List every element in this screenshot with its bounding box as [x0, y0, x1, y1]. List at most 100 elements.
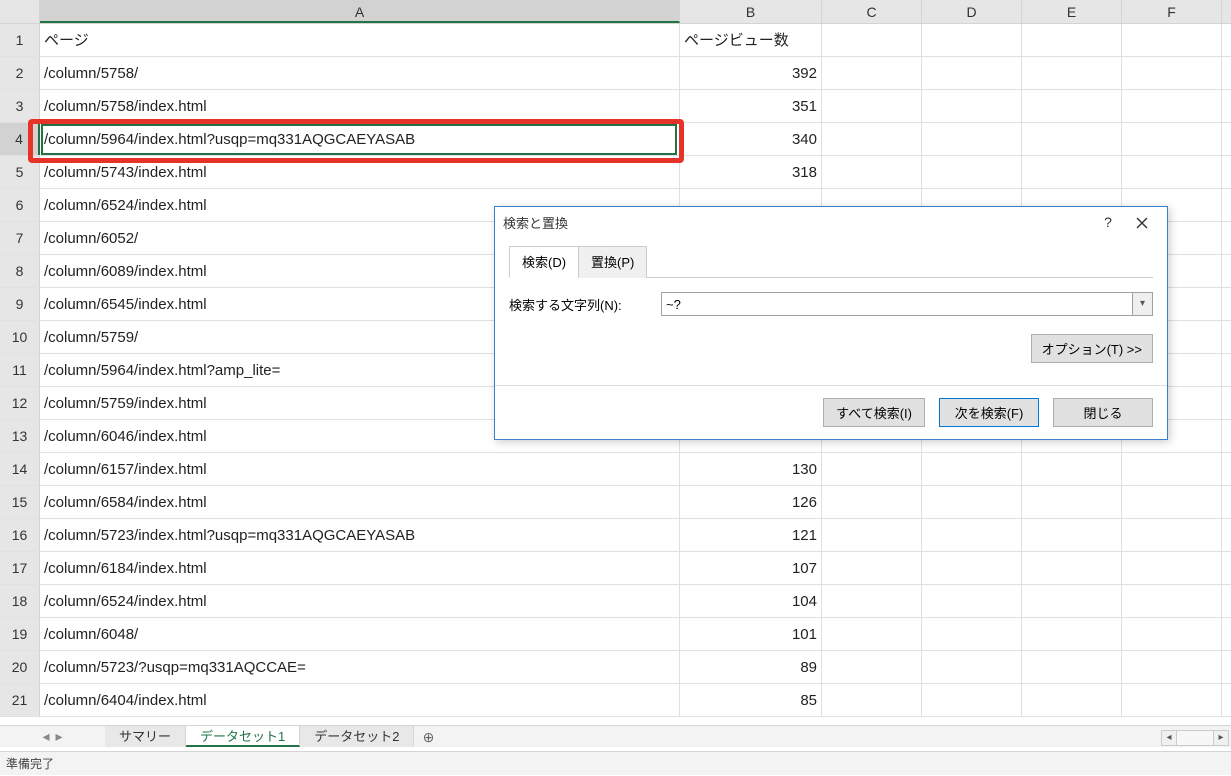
- cell[interactable]: [1122, 24, 1222, 56]
- cell[interactable]: [922, 618, 1022, 650]
- cell[interactable]: [1022, 585, 1122, 617]
- cell[interactable]: [1122, 519, 1222, 551]
- cell[interactable]: [822, 123, 922, 155]
- dialog-titlebar[interactable]: 検索と置換 ?: [495, 207, 1167, 237]
- col-header-B[interactable]: B: [680, 0, 822, 23]
- cell[interactable]: 340: [680, 123, 822, 155]
- cell[interactable]: [822, 684, 922, 716]
- cell[interactable]: [822, 618, 922, 650]
- cell[interactable]: /column/5743/index.html: [40, 156, 680, 188]
- cell[interactable]: [822, 156, 922, 188]
- cell[interactable]: ページビュー数: [680, 24, 822, 56]
- cell[interactable]: [1022, 618, 1122, 650]
- search-history-dropdown[interactable]: ▾: [1133, 292, 1153, 316]
- cell[interactable]: [922, 156, 1022, 188]
- row-header[interactable]: 6: [0, 189, 40, 221]
- cell[interactable]: ページ: [40, 24, 680, 56]
- cell[interactable]: [822, 651, 922, 683]
- cell[interactable]: [922, 24, 1022, 56]
- scroll-track[interactable]: [1177, 730, 1213, 746]
- cell[interactable]: [922, 90, 1022, 122]
- cell[interactable]: [1022, 684, 1122, 716]
- cell[interactable]: 101: [680, 618, 822, 650]
- search-input[interactable]: [661, 292, 1133, 316]
- col-header-D[interactable]: D: [922, 0, 1022, 23]
- cell[interactable]: /column/6048/: [40, 618, 680, 650]
- cell[interactable]: 392: [680, 57, 822, 89]
- dialog-close-button[interactable]: [1125, 208, 1159, 236]
- cell[interactable]: [1122, 90, 1222, 122]
- row-header[interactable]: 13: [0, 420, 40, 452]
- cell[interactable]: [822, 453, 922, 485]
- cell[interactable]: [1022, 90, 1122, 122]
- find-all-button[interactable]: すべて検索(I): [823, 398, 925, 427]
- cell[interactable]: [922, 519, 1022, 551]
- row-header[interactable]: 20: [0, 651, 40, 683]
- add-sheet-button[interactable]: ⊕: [414, 726, 442, 747]
- row-header[interactable]: 3: [0, 90, 40, 122]
- cell[interactable]: [1022, 519, 1122, 551]
- cell[interactable]: [1122, 618, 1222, 650]
- row-header[interactable]: 1: [0, 24, 40, 56]
- cell[interactable]: [1122, 684, 1222, 716]
- cell[interactable]: [1122, 156, 1222, 188]
- row-header[interactable]: 8: [0, 255, 40, 287]
- cell[interactable]: [1122, 585, 1222, 617]
- cell[interactable]: 107: [680, 552, 822, 584]
- cell[interactable]: [922, 651, 1022, 683]
- cell[interactable]: 351: [680, 90, 822, 122]
- cell[interactable]: /column/6524/index.html: [40, 585, 680, 617]
- col-header-F[interactable]: F: [1122, 0, 1222, 23]
- cell[interactable]: 126: [680, 486, 822, 518]
- row-header[interactable]: 9: [0, 288, 40, 320]
- sheet-nav-arrows[interactable]: ◂ ▸: [0, 726, 105, 747]
- cell[interactable]: [1022, 57, 1122, 89]
- cell[interactable]: /column/5723/?usqp=mq331AQCCAE=: [40, 651, 680, 683]
- cell[interactable]: [822, 585, 922, 617]
- row-header[interactable]: 10: [0, 321, 40, 353]
- options-button[interactable]: オプション(T) >>: [1031, 334, 1153, 363]
- cell[interactable]: [1022, 156, 1122, 188]
- cell[interactable]: 104: [680, 585, 822, 617]
- cell[interactable]: [1122, 552, 1222, 584]
- cell[interactable]: [1022, 552, 1122, 584]
- cell[interactable]: 130: [680, 453, 822, 485]
- scroll-left-icon[interactable]: ◂: [1161, 730, 1177, 746]
- cell[interactable]: [922, 486, 1022, 518]
- dialog-help-button[interactable]: ?: [1091, 208, 1125, 236]
- cell[interactable]: [1022, 24, 1122, 56]
- cell[interactable]: [1022, 453, 1122, 485]
- col-header-E[interactable]: E: [1022, 0, 1122, 23]
- cell[interactable]: /column/5964/index.html?usqp=mq331AQGCAE…: [40, 123, 680, 155]
- cell[interactable]: /column/5758/index.html: [40, 90, 680, 122]
- scroll-right-icon[interactable]: ▸: [1213, 730, 1229, 746]
- cell[interactable]: [1022, 486, 1122, 518]
- row-header[interactable]: 15: [0, 486, 40, 518]
- cell[interactable]: [922, 453, 1022, 485]
- cell[interactable]: [922, 57, 1022, 89]
- row-header[interactable]: 4: [0, 123, 40, 155]
- row-header[interactable]: 18: [0, 585, 40, 617]
- cell[interactable]: [922, 123, 1022, 155]
- cell[interactable]: [1122, 123, 1222, 155]
- cell[interactable]: 318: [680, 156, 822, 188]
- cell[interactable]: /column/5723/index.html?usqp=mq331AQGCAE…: [40, 519, 680, 551]
- col-header-A[interactable]: A: [40, 0, 680, 23]
- find-replace-dialog[interactable]: 検索と置換 ? 検索(D) 置換(P) 検索する文字列(N): ▾ オプション(…: [494, 206, 1168, 440]
- row-header[interactable]: 2: [0, 57, 40, 89]
- col-header-C[interactable]: C: [822, 0, 922, 23]
- row-header[interactable]: 11: [0, 354, 40, 386]
- row-header[interactable]: 17: [0, 552, 40, 584]
- row-header[interactable]: 21: [0, 684, 40, 716]
- cell[interactable]: [822, 519, 922, 551]
- cell[interactable]: [822, 552, 922, 584]
- cell[interactable]: [922, 585, 1022, 617]
- row-header[interactable]: 16: [0, 519, 40, 551]
- row-header[interactable]: 14: [0, 453, 40, 485]
- cell[interactable]: [1122, 486, 1222, 518]
- cell[interactable]: [1022, 651, 1122, 683]
- row-header[interactable]: 5: [0, 156, 40, 188]
- cell[interactable]: 89: [680, 651, 822, 683]
- tab-replace[interactable]: 置換(P): [578, 246, 647, 278]
- close-button[interactable]: 閉じる: [1053, 398, 1153, 427]
